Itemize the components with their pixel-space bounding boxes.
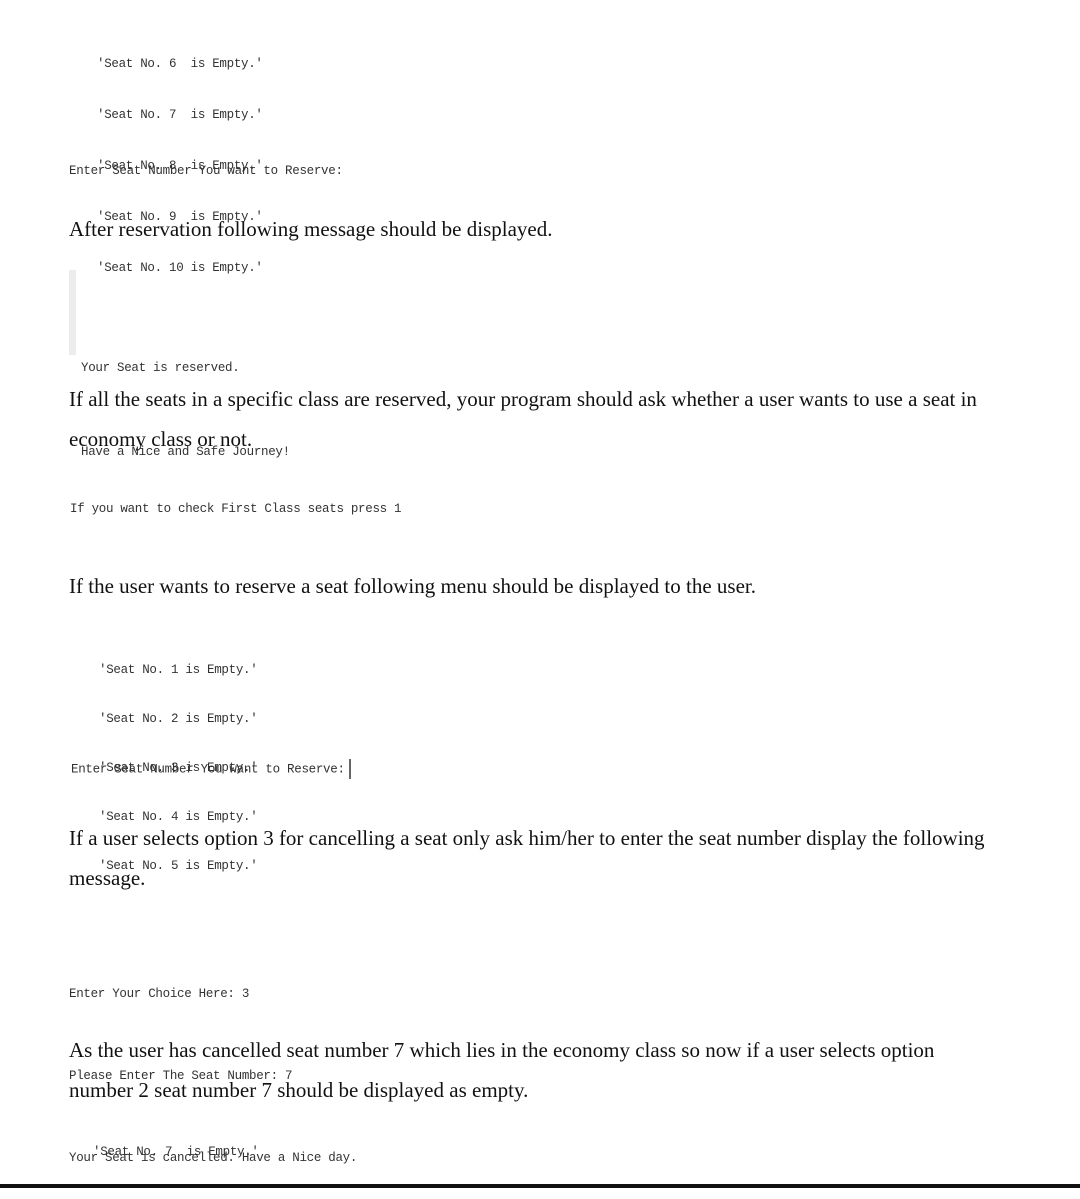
code-block-bar xyxy=(69,270,76,355)
seat-line: 'Seat No. 2 is Empty.' xyxy=(99,712,258,726)
reserved-line: Your Seat is reserved. xyxy=(81,361,240,375)
paragraph-cancel: If a user selects option 3 for cancellin… xyxy=(69,826,985,890)
paragraph-reserve-menu: If the user wants to reserve a seat foll… xyxy=(69,574,756,598)
paragraph-all-reserved: If all the seats in a specific class are… xyxy=(69,387,977,451)
seat-line: 'Seat No. 7 is Empty.' xyxy=(97,108,263,122)
paragraph-after-reservation: After reservation following message shou… xyxy=(69,217,553,241)
first-class-prompt: If you want to check First Class seats p… xyxy=(70,502,402,516)
seat-line: 'Seat No. 6 is Empty.' xyxy=(97,57,263,71)
reserve-prompt: Enter Seat Number You want to Reserve: xyxy=(71,762,345,777)
seat-line: 'Seat No. 10 is Empty.' xyxy=(97,261,263,275)
final-seat-line: 'Seat No. 7 is Empty.' xyxy=(93,1145,259,1159)
reserve-prompt: Enter Seat Number You want to Reserve: xyxy=(69,164,343,178)
text-cursor xyxy=(348,759,351,779)
seat-line: 'Seat No. 1 is Empty.' xyxy=(99,663,258,677)
economy-seat-list: 'Seat No. 6 is Empty.' 'Seat No. 7 is Em… xyxy=(97,25,263,294)
paragraph-after-cancel: As the user has cancelled seat number 7 … xyxy=(69,1038,935,1102)
reserve-input-line[interactable]: Enter Seat Number You want to Reserve: xyxy=(71,759,351,779)
choice-line: Enter Your Choice Here: 3 xyxy=(69,987,250,1001)
page-bottom-border xyxy=(0,1184,1080,1188)
